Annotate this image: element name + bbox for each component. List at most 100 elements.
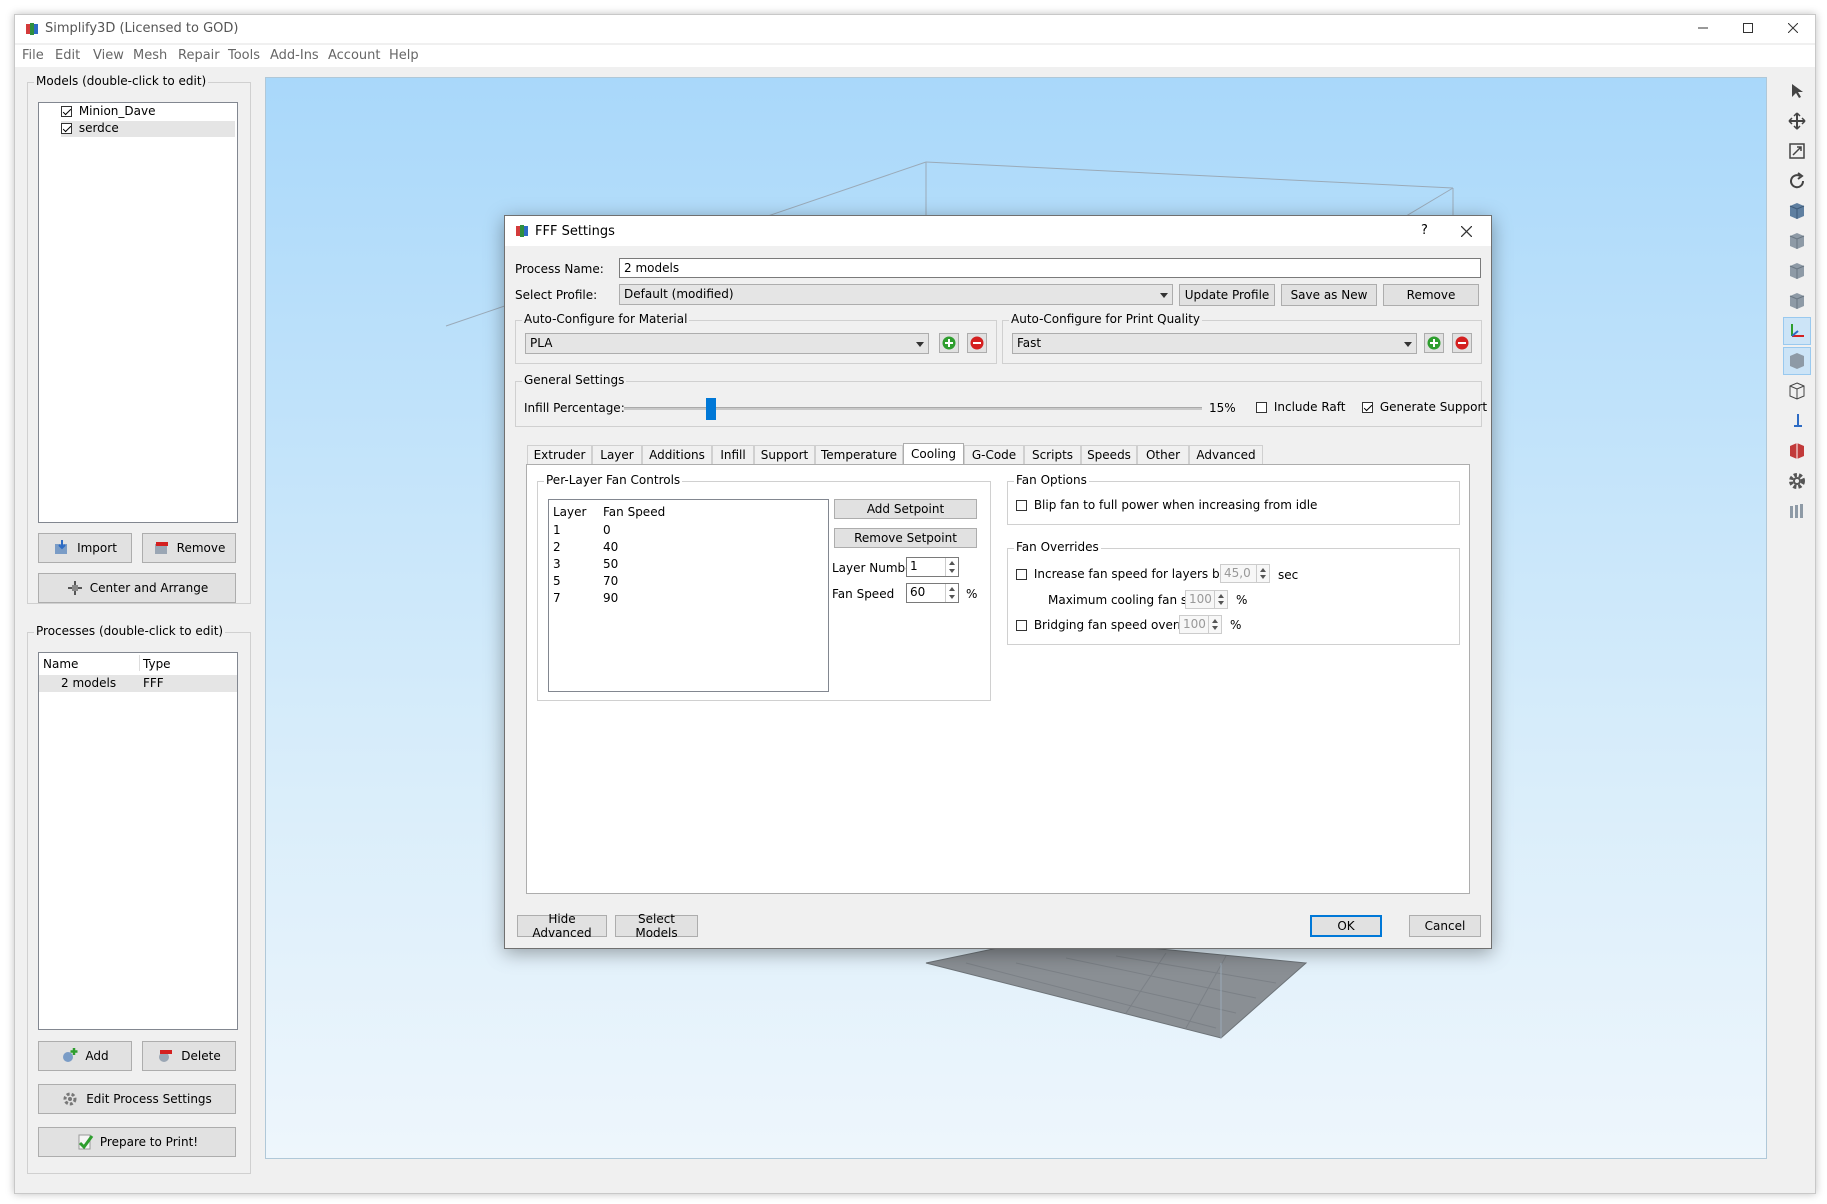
remove-quality-button[interactable] [1452,333,1472,353]
spinner-arrows-icon[interactable] [1214,591,1227,608]
tab-advanced[interactable]: Advanced [1189,445,1263,464]
menu-add-ins[interactable]: Add-Ins [270,48,319,63]
drop-to-bed-button[interactable] [1783,407,1811,435]
scale-tool-button[interactable] [1783,137,1811,165]
add-setpoint-button[interactable]: Add Setpoint [834,499,977,519]
delete-process-button[interactable]: Delete [142,1041,236,1071]
menu-repair[interactable]: Repair [178,48,220,63]
tab-other[interactable]: Other [1137,445,1189,464]
tab-infill[interactable]: Infill [712,445,754,464]
ok-button[interactable]: OK [1310,915,1382,937]
help-button[interactable]: ? [1421,223,1428,238]
spinner-arrows-icon[interactable] [1208,616,1221,633]
tab-layer[interactable]: Layer [592,445,642,464]
column-header-type[interactable]: Type [143,657,171,671]
menu-mesh[interactable]: Mesh [133,48,167,63]
remove-model-button[interactable]: Remove [142,533,236,563]
cross-section-button[interactable] [1783,437,1811,465]
rotate-tool-button[interactable] [1783,167,1811,195]
infill-slider[interactable] [624,398,1202,420]
table-row[interactable]: 3 50 [549,557,828,574]
select-tool-button[interactable] [1783,77,1811,105]
material-select[interactable]: PLA [525,333,929,354]
fan-speed-input[interactable]: 60 [906,583,959,603]
menu-help[interactable]: Help [389,48,419,63]
bridging-check[interactable] [1016,620,1027,631]
menu-edit[interactable]: Edit [55,48,80,63]
increase-fan-check[interactable] [1016,569,1027,580]
spinner-arrows-icon[interactable] [945,558,958,576]
table-row[interactable]: 1 0 [549,523,828,540]
list-item[interactable]: Minion_Dave [61,104,235,120]
menu-view[interactable]: View [93,48,124,63]
include-raft-check[interactable] [1256,402,1267,413]
spinner-arrows-icon[interactable] [945,584,958,602]
import-button[interactable]: Import [38,533,132,563]
view-top-button[interactable] [1783,257,1811,285]
wireframe-view-button[interactable] [1783,377,1811,405]
preview-button[interactable] [1783,497,1811,525]
profile-select[interactable]: Default (modified) [619,284,1173,305]
update-profile-button[interactable]: Update Profile [1179,284,1275,306]
tab-cooling[interactable]: Cooling [903,443,964,464]
view-iso-button[interactable] [1783,197,1811,225]
list-item[interactable]: serdce [61,121,235,137]
include-raft-checkbox[interactable]: Include Raft [1256,400,1345,414]
spinner-arrows-icon[interactable] [1256,565,1269,582]
max-cooling-input[interactable]: 100 [1185,590,1228,609]
add-quality-button[interactable] [1424,333,1444,353]
tab-speeds[interactable]: Speeds [1081,445,1137,464]
select-models-button[interactable]: Select Models [615,912,698,940]
maximize-button[interactable] [1725,15,1770,43]
table-row[interactable]: 2 40 [549,540,828,557]
model-checkbox[interactable] [61,123,72,134]
hide-advanced-button[interactable]: Hide Advanced [517,912,607,940]
add-material-button[interactable] [939,333,959,353]
tab-temperature[interactable]: Temperature [815,445,903,464]
remove-material-button[interactable] [967,333,987,353]
save-as-new-button[interactable]: Save as New [1281,284,1377,306]
tab-gcode[interactable]: G-Code [964,445,1024,464]
dialog-close-icon[interactable] [1461,226,1472,237]
column-header-layer[interactable]: Layer [553,505,586,519]
view-front-button[interactable] [1783,227,1811,255]
bridging-checkbox[interactable]: Bridging fan speed override [1016,618,1201,632]
table-row[interactable]: 7 90 [549,591,828,608]
tab-extruder[interactable]: Extruder [527,445,592,464]
layer-number-input[interactable]: 1 [906,557,959,577]
close-button[interactable] [1770,15,1815,43]
remove-profile-button[interactable]: Remove [1383,284,1479,306]
tab-additions[interactable]: Additions [642,445,712,464]
tab-scripts[interactable]: Scripts [1024,445,1081,464]
model-checkbox[interactable] [61,106,72,117]
fan-setpoint-table[interactable]: Layer Fan Speed 1 0 2 40 3 50 5 70 7 90 [548,499,829,692]
remove-setpoint-button[interactable]: Remove Setpoint [834,528,977,548]
move-tool-button[interactable] [1783,107,1811,135]
view-side-button[interactable] [1783,287,1811,315]
solid-view-button[interactable] [1783,347,1811,375]
edit-process-settings-button[interactable]: Edit Process Settings [38,1084,236,1114]
quality-select[interactable]: Fast [1012,333,1417,354]
bridging-input[interactable]: 100 [1179,615,1222,634]
blip-fan-checkbox[interactable]: Blip fan to full power when increasing f… [1016,498,1317,512]
generate-support-check[interactable] [1362,402,1373,413]
center-arrange-button[interactable]: Center and Arrange [38,573,236,603]
process-name-input[interactable]: 2 models [619,258,1481,278]
cancel-button[interactable]: Cancel [1409,915,1481,937]
prepare-to-print-button[interactable]: Prepare to Print! [38,1127,236,1157]
add-process-button[interactable]: Add [38,1041,132,1071]
menu-file[interactable]: File [22,48,44,63]
tab-support[interactable]: Support [754,445,815,464]
axes-toggle-button[interactable] [1783,317,1811,345]
increase-fan-checkbox[interactable]: Increase fan speed for layers below [1016,567,1247,581]
menu-tools[interactable]: Tools [228,48,260,63]
infill-slider-thumb[interactable] [705,398,716,420]
column-header-name[interactable]: Name [43,657,78,671]
blip-fan-check[interactable] [1016,500,1027,511]
menu-account[interactable]: Account [328,48,381,63]
settings-button[interactable] [1783,467,1811,495]
increase-fan-input[interactable]: 45,0 [1220,564,1270,583]
minimize-button[interactable] [1680,15,1725,43]
table-row[interactable]: 5 70 [549,574,828,591]
table-row[interactable]: 2 models FFF [39,675,237,692]
